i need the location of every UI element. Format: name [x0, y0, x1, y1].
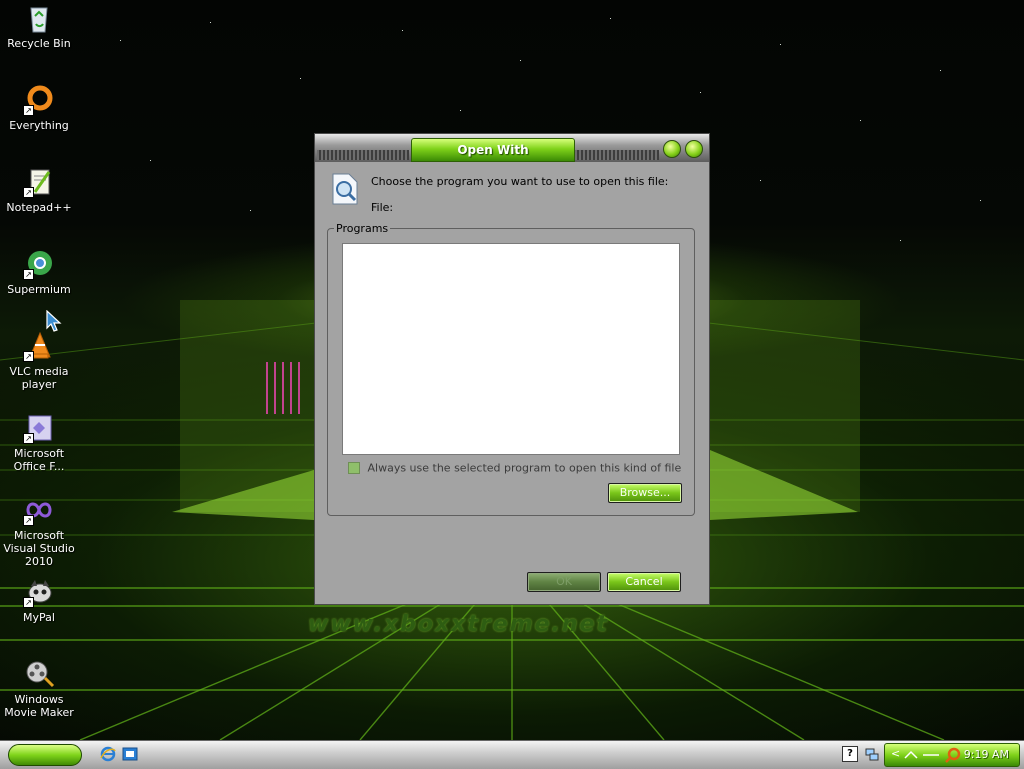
open-with-dialog: Open With Choose the program you want to… [314, 133, 710, 605]
everything-icon: ↗ [23, 84, 55, 116]
wallpaper-watermark: www.xboxxtreme.net [308, 612, 609, 637]
help-icon[interactable]: ? [842, 746, 858, 762]
desktop-icon-label: MyPal [23, 611, 55, 624]
shortcut-arrow-icon: ↗ [23, 597, 34, 608]
visual-studio-icon: ↗ [23, 494, 55, 526]
desktop-icon-office[interactable]: ↗ Microsoft Office F... [0, 412, 78, 473]
cancel-button[interactable]: Cancel [607, 572, 681, 592]
desktop-icon-label: Windows Movie Maker [4, 693, 74, 719]
supermium-icon: ↗ [23, 248, 55, 280]
shortcut-arrow-icon: ↗ [23, 515, 34, 526]
shortcut-arrow-icon: ↗ [23, 433, 34, 444]
recycle-bin-icon [23, 2, 55, 34]
help-title-button[interactable] [663, 140, 681, 158]
wallpaper-pink-lines [266, 362, 306, 417]
start-button[interactable] [8, 744, 82, 766]
desktop-icon-recycle-bin[interactable]: Recycle Bin [0, 2, 78, 50]
desktop-icon-label: VLC media player [9, 365, 69, 391]
desktop-icon-everything[interactable]: ↗ Everything [0, 84, 78, 132]
desktop-icon-label: Everything [9, 119, 69, 132]
desktop-icon-mypal[interactable]: ↗ MyPal [0, 576, 78, 624]
desktop-icon-label: Recycle Bin [7, 37, 71, 50]
desktop-icon-label: Notepad++ [6, 201, 72, 214]
dialog-title: Open With [411, 138, 575, 162]
office-icon: ↗ [23, 412, 55, 444]
network-icon[interactable] [864, 746, 880, 762]
programs-label: Programs [334, 222, 391, 235]
tray-indicators-icon [904, 750, 939, 759]
shortcut-arrow-icon: ↗ [23, 269, 34, 280]
desktop-icon-notepad-plus-plus[interactable]: ↗ Notepad++ [0, 166, 78, 214]
desktop-icon-visual-studio[interactable]: ↗ Microsoft Visual Studio 2010 [0, 494, 78, 568]
notepad-plus-plus-icon: ↗ [23, 166, 55, 198]
ok-button[interactable]: OK [527, 572, 601, 592]
desktop-icon-movie-maker[interactable]: Windows Movie Maker [0, 658, 78, 719]
vlc-icon: ↗ [23, 330, 55, 362]
file-search-icon [329, 172, 361, 206]
mouse-cursor-icon [46, 310, 62, 332]
programs-group: Programs Always use the selected program… [327, 222, 695, 516]
always-use-checkbox[interactable] [348, 462, 360, 474]
always-use-label[interactable]: Always use the selected program to open … [368, 462, 682, 475]
close-title-button[interactable] [685, 140, 703, 158]
shortcut-arrow-icon: ↗ [23, 105, 34, 116]
dialog-titlebar[interactable]: Open With [315, 134, 709, 162]
outlook-express-icon[interactable] [122, 746, 138, 762]
desktop-icon-label: Microsoft Visual Studio 2010 [3, 529, 75, 568]
dialog-prompt: Choose the program you want to use to op… [371, 175, 669, 188]
movie-maker-icon [23, 658, 55, 690]
always-use-option[interactable]: Always use the selected program to open … [348, 461, 681, 475]
file-label: File: [371, 201, 394, 214]
taskbar: ? < 9:19 AM [0, 740, 1024, 769]
program-list[interactable] [342, 243, 680, 455]
browse-button[interactable]: Browse... [608, 483, 682, 503]
tray-expand-icon[interactable]: < [891, 747, 900, 760]
mypal-icon: ↗ [23, 576, 55, 608]
internet-explorer-icon[interactable] [100, 746, 116, 762]
desktop-icon-label: Supermium [7, 283, 71, 296]
shortcut-arrow-icon: ↗ [23, 351, 34, 362]
clock[interactable]: 9:19 AM [964, 748, 1009, 761]
desktop-icon-supermium[interactable]: ↗ Supermium [0, 248, 78, 296]
system-tray: < 9:19 AM [884, 743, 1020, 767]
shortcut-arrow-icon: ↗ [23, 187, 34, 198]
desktop-icon-label: Microsoft Office F... [13, 447, 65, 473]
desktop-icon-vlc[interactable]: ↗ VLC media player [0, 330, 78, 391]
search-icon[interactable] [945, 747, 961, 763]
